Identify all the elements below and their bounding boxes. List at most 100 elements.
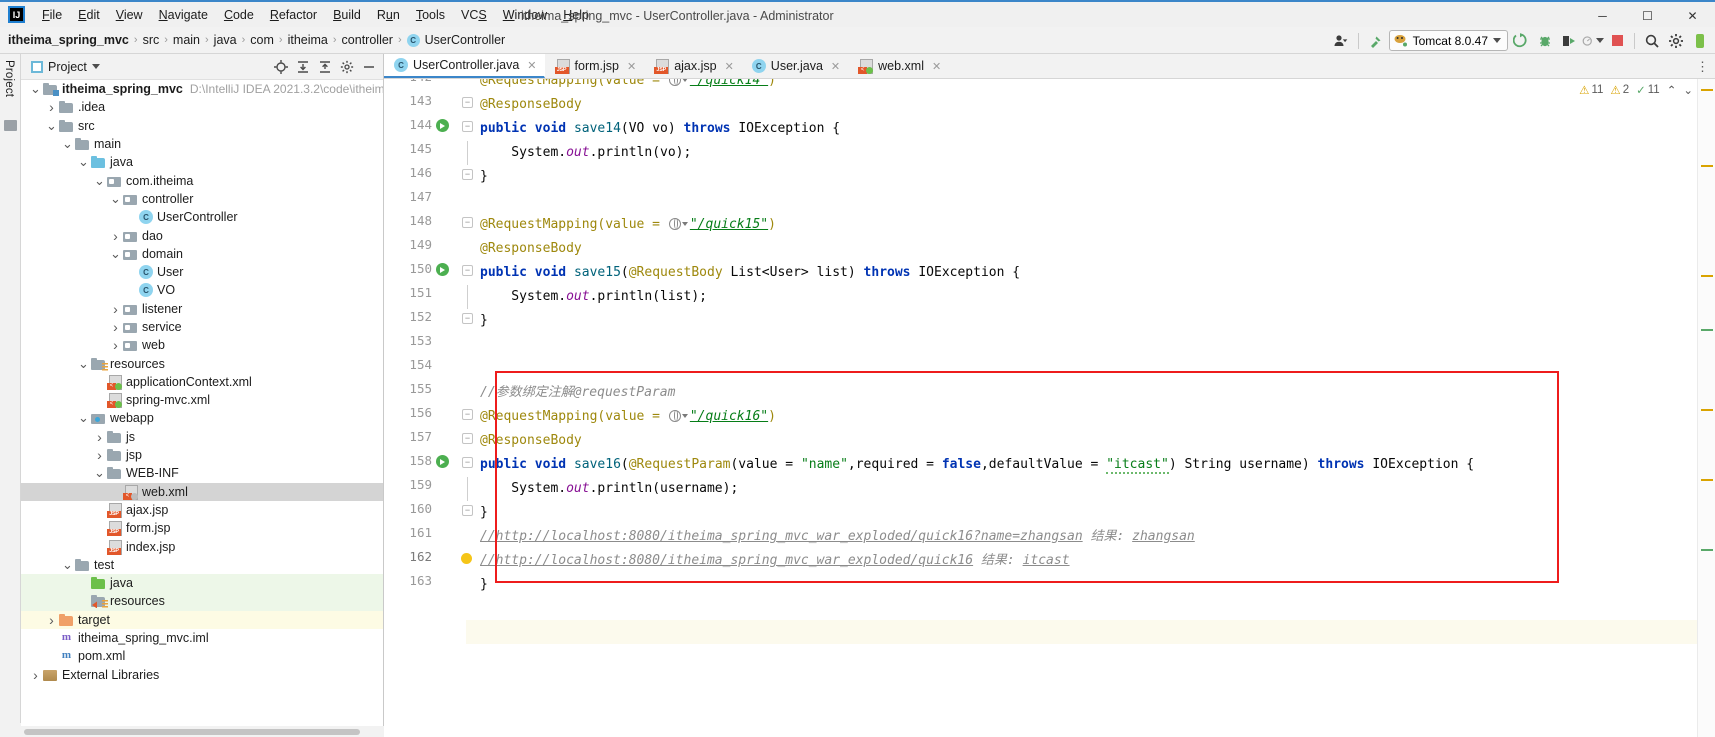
breadcrumb-main[interactable]: main bbox=[173, 33, 200, 47]
close-icon[interactable]: ✕ bbox=[831, 60, 840, 73]
code-fold-marker[interactable]: − bbox=[462, 313, 473, 324]
editor-tab-usercontroller-java[interactable]: C UserController.java ✕ bbox=[384, 54, 545, 78]
chevron-down-icon[interactable]: ⌄ bbox=[61, 137, 74, 151]
profile-icon[interactable] bbox=[1330, 30, 1352, 52]
breadcrumb-usercontroller[interactable]: C UserController bbox=[406, 33, 505, 47]
inspection-scrollbar[interactable] bbox=[1697, 79, 1715, 737]
tree-item-controller[interactable]: ⌄ controller bbox=[21, 190, 383, 208]
stripe-button-project[interactable]: Project bbox=[3, 60, 15, 97]
tree-item-usercontroller[interactable]: C UserController bbox=[21, 208, 383, 226]
chevron-right-icon[interactable]: › bbox=[45, 99, 58, 115]
code-fold-marker[interactable]: − bbox=[462, 457, 473, 468]
tree-item-com-itheima[interactable]: ⌄ com.itheima bbox=[21, 171, 383, 189]
tree-item-form-jsp[interactable]: JSP form.jsp bbox=[21, 519, 383, 537]
collapse-all-icon[interactable] bbox=[314, 56, 335, 77]
code-editor[interactable]: ⚠ 11 ⚠ 2 ✓ 11 ⌃ ⌄ 1421431441451461471481… bbox=[384, 79, 1715, 737]
breadcrumb-src[interactable]: src bbox=[143, 33, 160, 47]
chevron-right-icon[interactable]: › bbox=[45, 612, 58, 628]
prev-problem-button[interactable]: ⌃ bbox=[1667, 83, 1677, 97]
debug-icon[interactable] bbox=[1534, 30, 1556, 52]
weak-warnings-count[interactable]: ⚠ 2 bbox=[1610, 83, 1629, 97]
tree-item-web-xml[interactable]: < web.xml bbox=[21, 482, 383, 501]
chevron-down-icon[interactable]: ⌄ bbox=[61, 558, 74, 571]
editor-gutter[interactable]: 142 143 144 145 146 147 148 149 150 151 152 153 154 1… bbox=[384, 79, 466, 737]
chevron-right-icon[interactable]: › bbox=[109, 301, 122, 317]
project-tree[interactable]: ⌄ itheima_spring_mvc D:\IntelliJ IDEA 2021… bbox=[21, 80, 383, 725]
run-with-coverage-icon[interactable] bbox=[1558, 30, 1580, 52]
close-icon[interactable]: ✕ bbox=[527, 59, 536, 72]
tree-item-itheima-spring-mvc-iml[interactable]: m itheima_spring_mvc.iml bbox=[21, 629, 383, 647]
code-fold-marker[interactable]: − bbox=[462, 433, 473, 444]
chevron-down-icon[interactable]: ⌄ bbox=[109, 192, 122, 205]
tree-item-resources[interactable]: resources bbox=[21, 592, 383, 611]
code-fold-marker[interactable]: − bbox=[462, 265, 473, 276]
breadcrumb-controller[interactable]: controller bbox=[342, 33, 393, 47]
run-method-gutter-icon[interactable] bbox=[436, 455, 449, 468]
user-avatar-icon[interactable] bbox=[1689, 30, 1711, 52]
tree-item-java[interactable]: java bbox=[21, 574, 383, 593]
editor-tab-user-java[interactable]: C User.java ✕ bbox=[742, 54, 848, 78]
tree-item-pom-xml[interactable]: m pom.xml bbox=[21, 647, 383, 665]
tree-item-user[interactable]: C User bbox=[21, 263, 383, 281]
tree-item-ajax-jsp[interactable]: JSP ajax.jsp bbox=[21, 501, 383, 519]
menu-code[interactable]: Code bbox=[216, 5, 262, 25]
gutter-hint-icon[interactable] bbox=[461, 553, 472, 564]
menu-file[interactable]: File bbox=[34, 5, 70, 25]
tree-item-index-jsp[interactable]: JSP index.jsp bbox=[21, 537, 383, 555]
chevron-down-icon[interactable]: ⌄ bbox=[109, 247, 122, 260]
close-icon[interactable]: ✕ bbox=[725, 60, 734, 73]
chevron-down-icon[interactable]: ⌄ bbox=[77, 155, 90, 169]
settings-icon[interactable] bbox=[1665, 30, 1687, 52]
hide-panel-icon[interactable] bbox=[358, 56, 379, 77]
chevron-right-icon[interactable]: › bbox=[109, 319, 122, 335]
more-tabs-icon[interactable]: ⋮ bbox=[1696, 54, 1709, 79]
close-button[interactable]: ✕ bbox=[1670, 2, 1715, 29]
close-icon[interactable]: ✕ bbox=[627, 60, 636, 73]
tree-item-src[interactable]: ⌄ src bbox=[21, 117, 383, 135]
editor-tab-web-xml[interactable]: < web.xml ✕ bbox=[848, 54, 949, 78]
tree-item-listener[interactable]: › listener bbox=[21, 300, 383, 318]
stop-icon[interactable] bbox=[1606, 30, 1628, 52]
chevron-down-icon[interactable]: ⌄ bbox=[29, 82, 42, 96]
breadcrumb-com[interactable]: com bbox=[250, 33, 274, 47]
tree-item-web[interactable]: › web bbox=[21, 336, 383, 354]
close-icon[interactable]: ✕ bbox=[932, 60, 941, 73]
chevron-down-icon[interactable]: ⌄ bbox=[93, 174, 106, 187]
tree-item-js[interactable]: › js bbox=[21, 428, 383, 446]
project-view-selector[interactable]: Project bbox=[25, 60, 100, 74]
menu-vcs[interactable]: VCS bbox=[453, 5, 495, 25]
structure-icon[interactable] bbox=[4, 120, 17, 131]
run-icon[interactable] bbox=[1510, 30, 1532, 52]
tree-item-webapp[interactable]: ⌄ webapp bbox=[21, 409, 383, 427]
tree-item-vo[interactable]: C VO bbox=[21, 281, 383, 299]
code-fold-marker[interactable]: − bbox=[462, 217, 473, 228]
expand-all-icon[interactable] bbox=[292, 56, 313, 77]
tree-item-domain[interactable]: ⌄ domain bbox=[21, 245, 383, 263]
locate-icon[interactable] bbox=[270, 56, 291, 77]
code-fold-marker[interactable]: − bbox=[462, 409, 473, 420]
maximize-button[interactable]: ☐ bbox=[1625, 2, 1670, 29]
editor-tab-ajax-jsp[interactable]: JSP ajax.jsp ✕ bbox=[644, 54, 742, 78]
tree-item--idea[interactable]: › .idea bbox=[21, 98, 383, 116]
breadcrumb-project[interactable]: itheima_spring_mvc bbox=[8, 33, 129, 47]
code-fold-marker[interactable]: − bbox=[462, 169, 473, 180]
chevron-right-icon[interactable]: › bbox=[109, 337, 122, 353]
menu-build[interactable]: Build bbox=[325, 5, 369, 25]
menu-tools[interactable]: Tools bbox=[408, 5, 453, 25]
tree-item-external-libraries[interactable]: › External Libraries bbox=[21, 666, 383, 684]
tree-item-spring-mvc-xml[interactable]: < spring-mvc.xml bbox=[21, 391, 383, 409]
run-method-gutter-icon[interactable] bbox=[436, 263, 449, 276]
tree-item-applicationcontext-xml[interactable]: < applicationContext.xml bbox=[21, 373, 383, 391]
tree-item-web-inf[interactable]: ⌄ WEB-INF bbox=[21, 464, 383, 482]
profiler-icon[interactable] bbox=[1582, 30, 1604, 52]
chevron-right-icon[interactable]: › bbox=[93, 447, 106, 463]
code-fold-marker[interactable]: − bbox=[462, 97, 473, 108]
scrollbar-thumb[interactable] bbox=[24, 729, 360, 735]
search-everywhere-icon[interactable] bbox=[1641, 30, 1663, 52]
run-method-gutter-icon[interactable] bbox=[436, 119, 449, 132]
chevron-down-icon[interactable]: ⌄ bbox=[93, 466, 106, 480]
chevron-down-icon[interactable]: ⌄ bbox=[77, 411, 90, 425]
chevron-right-icon[interactable]: › bbox=[109, 228, 122, 244]
warnings-count[interactable]: ⚠ 11 bbox=[1579, 83, 1603, 97]
chevron-down-icon[interactable]: ⌄ bbox=[77, 357, 90, 370]
